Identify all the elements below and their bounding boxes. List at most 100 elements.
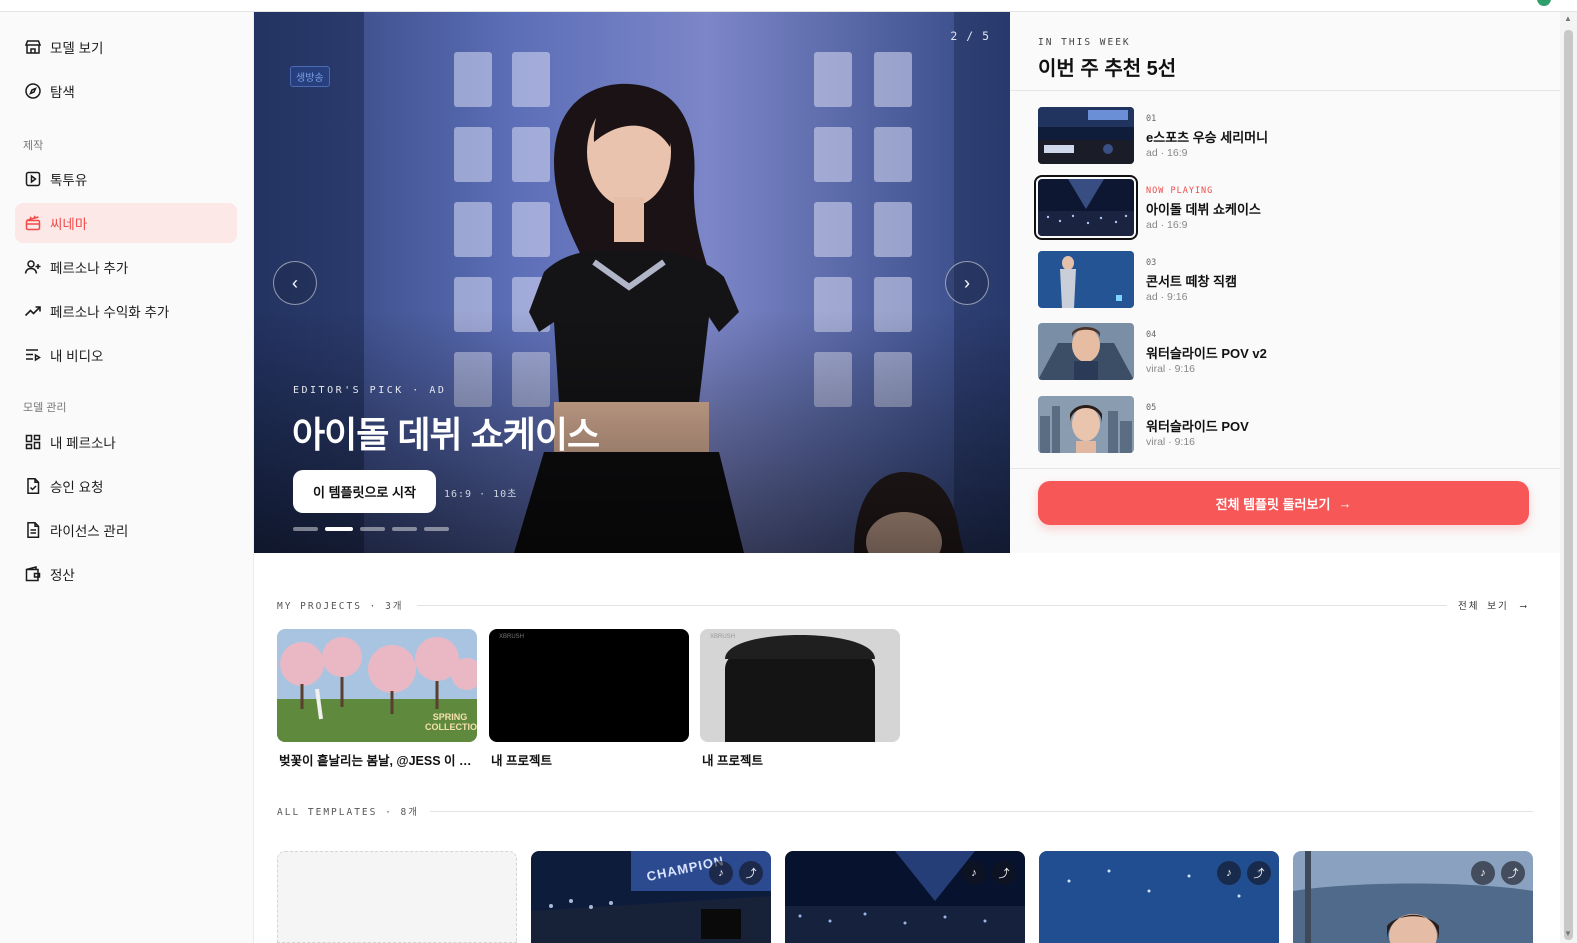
sidebar-item-label: 내 비디오 <box>50 349 104 364</box>
sidebar-item-settlement[interactable]: 정산 <box>15 554 237 594</box>
weekly-item-title: e스포츠 우승 세리머니 <box>1146 130 1269 145</box>
store-icon <box>24 38 42 56</box>
top-bar <box>0 0 1577 12</box>
weekly-item-meta: ad · 16:9 <box>1146 147 1188 159</box>
compass-icon <box>24 82 42 100</box>
sidebar-item-label: 내 페르소나 <box>50 436 116 451</box>
share-icon[interactable]: ⤴ <box>1501 861 1525 885</box>
divider <box>1010 468 1560 469</box>
speaker-icon[interactable]: ♪ <box>1217 861 1241 885</box>
template-card[interactable]: ♪ ⤴ <box>1293 851 1533 943</box>
weekly-eyebrow: IN THIS WEEK <box>1038 37 1131 48</box>
chevron-left-icon: ‹ <box>292 272 298 293</box>
sidebar-item-my-persona[interactable]: 내 페르소나 <box>15 422 237 462</box>
template-card[interactable]: ♪ ⤴ <box>1039 851 1279 943</box>
chevron-right-icon: › <box>964 272 970 293</box>
weekly-item-meta: viral · 9:16 <box>1146 436 1196 448</box>
vertical-scrollbar[interactable]: ▲ ▼ <box>1560 12 1577 943</box>
sidebar-item-label: 정산 <box>50 568 75 583</box>
weekly-item[interactable]: 03 콘서트 떼창 직캠 ad · 9:16 <box>1038 251 1538 309</box>
template-card-placeholder[interactable] <box>277 851 517 943</box>
project-card[interactable]: SPRING COLLECTION 벚꽃이 흩날리는 봄날, @JESS 이 한… <box>277 629 477 769</box>
scroll-up-icon[interactable]: ▲ <box>1564 14 1572 23</box>
trending-up-icon <box>24 302 42 320</box>
sidebar-item-label: 페르소나 수익화 추가 <box>50 305 170 320</box>
project-card[interactable]: XBRUSH 내 프로젝트 <box>489 629 689 769</box>
weekly-item-now-playing[interactable]: NOW PLAYING 아이돌 데뷔 쇼케이스 ad · 16:9 <box>1034 175 1538 240</box>
next-slide-button[interactable]: › <box>945 261 989 305</box>
sidebar-section-manage: 모델 관리 <box>23 402 67 414</box>
see-all-projects-link[interactable]: 전체 보기 ⟶ <box>1458 598 1526 612</box>
weekly-thumbnail <box>1034 175 1138 240</box>
section-divider <box>417 605 1447 606</box>
project-thumbnail: XBRUSH <box>489 629 689 742</box>
share-icon[interactable]: ⤴ <box>992 861 1016 885</box>
sidebar-item-approval[interactable]: 승인 요청 <box>15 466 237 506</box>
weekly-item[interactable]: 05 워터슬라이드 POV viral · 9:16 <box>1038 396 1538 454</box>
weekly-item-meta: ad · 16:9 <box>1146 219 1188 231</box>
template-card[interactable]: CHAMPION ♪ ⤴ <box>531 851 771 943</box>
sidebar-item-add-persona[interactable]: 페르소나 추가 <box>15 247 237 287</box>
sidebar-item-license[interactable]: 라이선스 관리 <box>15 510 237 550</box>
sidebar-item-explore[interactable]: 탐색 <box>15 71 237 111</box>
prev-slide-button[interactable]: ‹ <box>273 261 317 305</box>
browse-all-templates-button[interactable]: 전체 템플릿 둘러보기 → <box>1038 481 1529 525</box>
weekly-thumbnail <box>1038 251 1134 308</box>
section-divider <box>430 811 1533 812</box>
hero-title: 아이돌 데뷔 쇼케이스 <box>292 414 600 455</box>
avatar[interactable] <box>1537 0 1551 6</box>
weekly-thumbnail <box>1038 323 1134 380</box>
share-icon[interactable]: ⤴ <box>739 861 763 885</box>
weekly-item-number: 05 <box>1146 403 1157 413</box>
project-overlay-text: SPRING COLLECTION <box>425 712 477 732</box>
slide-dot[interactable] <box>293 527 318 531</box>
weekly-item[interactable]: 04 워터슬라이드 POV v2 viral · 9:16 <box>1038 323 1538 381</box>
see-all-label: 전체 보기 <box>1458 601 1509 612</box>
file-check-icon <box>24 477 42 495</box>
weekly-item-number: 03 <box>1146 258 1157 268</box>
scrollbar-thumb[interactable] <box>1564 30 1573 940</box>
scroll-down-icon[interactable]: ▼ <box>1564 929 1572 938</box>
now-playing-label: NOW PLAYING <box>1146 186 1214 196</box>
speaker-icon[interactable]: ♪ <box>1471 861 1495 885</box>
template-thumbnail <box>1039 851 1279 943</box>
sidebar-section-create: 제작 <box>23 140 44 152</box>
live-tag: 생방송 <box>290 66 330 87</box>
share-icon[interactable]: ⤴ <box>1247 861 1271 885</box>
sidebar-item-models[interactable]: 모델 보기 <box>15 27 237 67</box>
weekly-item-meta: viral · 9:16 <box>1146 363 1196 375</box>
slide-dot[interactable] <box>360 527 385 531</box>
sidebar-item-talktoyou[interactable]: 톡투유 <box>15 159 237 199</box>
weekly-item-title: 워터슬라이드 POV <box>1146 419 1249 434</box>
weekly-item-title: 워터슬라이드 POV v2 <box>1146 346 1267 361</box>
slide-dot[interactable] <box>392 527 417 531</box>
weekly-item[interactable]: 01 e스포츠 우승 세리머니 ad · 16:9 <box>1038 107 1538 165</box>
project-thumbnail: XBRUSH <box>700 629 900 742</box>
project-name: 내 프로젝트 <box>491 754 552 768</box>
sidebar-item-my-videos[interactable]: 내 비디오 <box>15 335 237 375</box>
slide-dot-active[interactable] <box>325 527 353 531</box>
project-card[interactable]: XBRUSH 내 프로젝트 <box>700 629 900 769</box>
hero-meta: 16:9 · 10초 <box>444 489 518 500</box>
start-template-button[interactable]: 이 템플릿으로 시작 <box>293 470 436 513</box>
project-thumbnail: SPRING COLLECTION <box>277 629 477 742</box>
speaker-icon[interactable]: ♪ <box>709 861 733 885</box>
wallet-icon <box>24 565 42 583</box>
sidebar-item-persona-monetize[interactable]: 페르소나 수익화 추가 <box>15 291 237 331</box>
sidebar-item-cinema[interactable]: 씨네마 <box>15 203 237 243</box>
template-thumbnail <box>785 851 1025 943</box>
weekly-item-title: 아이돌 데뷔 쇼케이스 <box>1146 202 1261 217</box>
arrow-right-icon: → <box>1338 495 1352 511</box>
speaker-icon[interactable]: ♪ <box>962 861 986 885</box>
weekly-thumbnail <box>1038 107 1134 164</box>
divider <box>1010 90 1560 91</box>
hero-kicker: EDITOR'S PICK · AD <box>293 385 447 396</box>
slide-dot[interactable] <box>424 527 449 531</box>
browse-all-label: 전체 템플릿 둘러보기 <box>1215 496 1331 512</box>
weekly-heading: 이번 주 추천 5선 <box>1038 58 1177 80</box>
sidebar: 모델 보기 탐색 제작 톡투유 씨네마 페르소나 추가 페르소나 수익화 추가 … <box>0 12 254 943</box>
templates-heading: ALL TEMPLATES · 8개 <box>277 807 419 818</box>
template-card[interactable]: ♪ ⤴ <box>785 851 1025 943</box>
playlist-icon <box>24 346 42 364</box>
sidebar-item-label: 톡투유 <box>50 173 88 188</box>
